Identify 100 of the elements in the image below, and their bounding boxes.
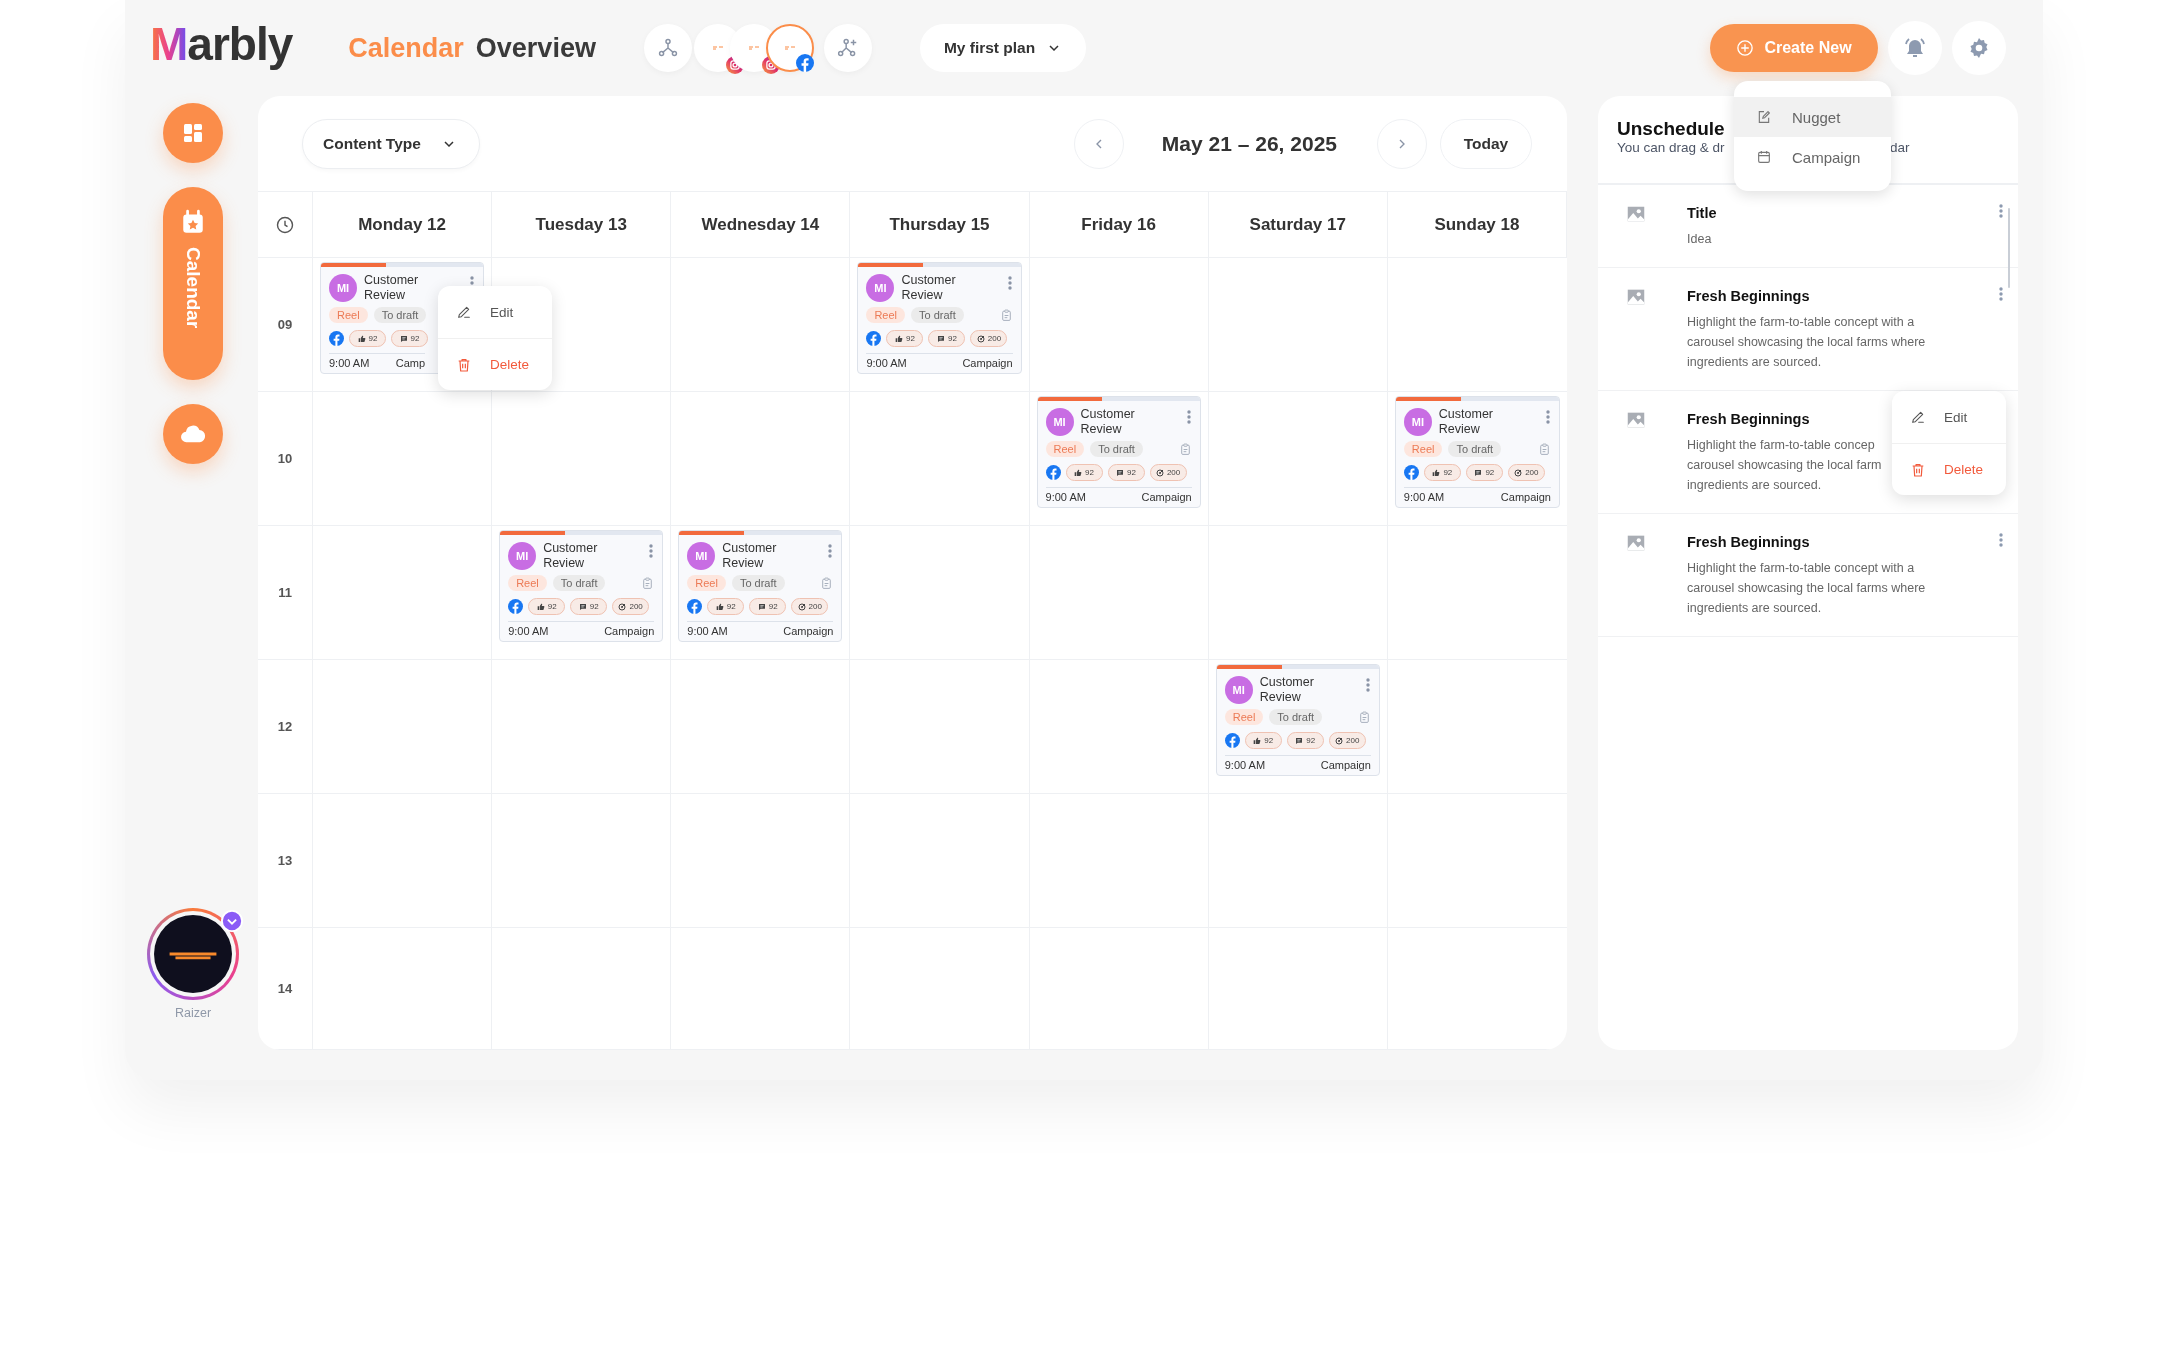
item-description: Idea bbox=[1687, 231, 1712, 248]
more-icon[interactable] bbox=[1364, 677, 1371, 693]
stat-chip: 200 bbox=[1507, 464, 1545, 481]
status-tag: To draft bbox=[1090, 441, 1143, 457]
page-title: Overview bbox=[475, 32, 596, 64]
target-icon bbox=[976, 334, 985, 343]
account-avatar[interactable] bbox=[765, 24, 814, 72]
stat-chip: 92 bbox=[1107, 464, 1145, 481]
avatar: MI bbox=[329, 274, 357, 302]
stat-chip: 200 bbox=[612, 598, 650, 615]
calendar-cell[interactable] bbox=[313, 392, 493, 526]
thumbs-up-icon bbox=[715, 602, 724, 611]
calendar-cell[interactable]: MI Customer Review Reel To draft 92 92 200 9:00 AM Campaign bbox=[492, 526, 672, 660]
stat-chip: 92 bbox=[749, 598, 787, 615]
stat-chip: 200 bbox=[970, 330, 1008, 347]
stat-chip: 92 bbox=[349, 330, 386, 347]
comment-icon bbox=[757, 602, 766, 611]
stat-chip: 92 bbox=[1286, 732, 1324, 749]
calendar-cell[interactable] bbox=[492, 258, 672, 392]
plan-dropdown[interactable]: My first plan bbox=[919, 24, 1086, 72]
panel-subtitle: You can drag & dr bbox=[1617, 140, 1726, 155]
event-title: Customer Review bbox=[1080, 407, 1136, 437]
comment-icon bbox=[936, 334, 945, 343]
event-card[interactable]: MI Customer Review Reel To draft 92 92 200 9:00 AM Campaign bbox=[499, 530, 664, 642]
more-icon[interactable] bbox=[1006, 275, 1013, 291]
menu-item[interactable]: Nugget bbox=[1734, 97, 1891, 137]
facebook-icon bbox=[866, 331, 882, 346]
menu-item[interactable]: Campaign bbox=[1734, 137, 1891, 177]
hour-label: 14 bbox=[277, 981, 293, 996]
hour-label: 10 bbox=[277, 451, 293, 466]
unscheduled-item[interactable]: Fresh Beginnings Highlight the farm-to-table concep carousel showcasing the local farm ingredients are sourced. Edit Delete bbox=[1598, 391, 2018, 514]
more-icon[interactable] bbox=[1185, 409, 1192, 425]
event-title: Customer Review bbox=[901, 273, 957, 303]
calendar-icon bbox=[1756, 149, 1772, 165]
event-card[interactable]: MI Customer Review Reel To draft 92 92 200 9:00 AM Campaign bbox=[678, 530, 843, 642]
network-icon bbox=[656, 37, 679, 59]
day-header: Monday 12 bbox=[358, 214, 446, 235]
event-card[interactable]: MI Customer Review Reel To draft 92 92 200 9:00 AM Campaign bbox=[857, 262, 1022, 374]
add-network-button[interactable] bbox=[823, 24, 872, 72]
calendar-cell[interactable]: MI Customer Review Reel To draft 92 92 200 9:00 AM Campaign bbox=[1208, 660, 1388, 794]
stat-chip: 92 bbox=[1423, 464, 1461, 481]
calendar-cell[interactable]: MI Customer Review Reel To draft 92 92 200 9:00 AM Campaign bbox=[671, 526, 851, 660]
event-card[interactable]: MI Customer Review Reel To draft 92 92 200 9:00 AM Campaign bbox=[1036, 396, 1201, 508]
facebook-icon bbox=[1224, 733, 1240, 748]
event-type: Campaign bbox=[962, 357, 1013, 369]
bell-icon bbox=[1903, 36, 1927, 60]
date-range: May 21 – 26, 2025 bbox=[1161, 131, 1337, 156]
facebook-icon bbox=[508, 599, 524, 614]
facebook-icon bbox=[1403, 465, 1419, 480]
scrollbar[interactable] bbox=[2008, 208, 2010, 288]
more-icon[interactable] bbox=[648, 543, 655, 559]
item-title: Fresh Beginnings bbox=[1687, 534, 1810, 550]
calendar-cell[interactable]: MI Customer Review Reel To draft 92 92 200 9:00 AM Campaign bbox=[1029, 392, 1209, 526]
event-title: Customer Review bbox=[1438, 407, 1495, 437]
event-title: Customer Review bbox=[722, 541, 778, 571]
clipboard-icon bbox=[1538, 442, 1551, 456]
format-tag: Reel bbox=[1224, 709, 1264, 725]
event-card[interactable]: MI Customer Review Reel To draft 92 92 200 9:00 AM Campaign bbox=[1215, 664, 1380, 776]
content-type-dropdown[interactable]: Content Type bbox=[302, 118, 480, 169]
profile-name: Raizer bbox=[174, 1006, 212, 1020]
unscheduled-item[interactable]: Fresh Beginnings Highlight the farm-to-table concept with a carousel showcasing the local farms where ingredients are sourced. bbox=[1598, 514, 2018, 637]
stat-chip: 92 bbox=[886, 330, 924, 347]
event-title: Customer Review bbox=[364, 273, 420, 303]
hour-label: 09 bbox=[277, 317, 293, 332]
more-icon[interactable] bbox=[1545, 409, 1551, 425]
event-type: Campaign bbox=[1500, 491, 1551, 503]
clipboard-icon bbox=[641, 576, 655, 590]
status-tag: To draft bbox=[731, 575, 785, 591]
more-icon[interactable] bbox=[1998, 203, 2004, 219]
stat-chip: 92 bbox=[1065, 464, 1103, 481]
format-tag: Reel bbox=[329, 307, 368, 323]
item-description: Highlight the farm-to-table concept with a carousel showcasing the local farms where ingredients are sourced. bbox=[1687, 560, 1926, 617]
network-button[interactable] bbox=[643, 24, 692, 72]
clipboard-icon bbox=[999, 308, 1013, 322]
cloud-nav-button[interactable] bbox=[163, 404, 223, 464]
day-header: Wednesday 14 bbox=[701, 214, 820, 235]
day-header: Saturday 17 bbox=[1249, 214, 1346, 235]
facebook-icon bbox=[1045, 465, 1061, 480]
more-icon[interactable] bbox=[1998, 286, 2004, 302]
facebook-icon bbox=[329, 331, 344, 346]
event-card[interactable]: MI Customer Review Reel To draft 92 92 200 9:00 AM Campaign bbox=[1394, 396, 1560, 508]
stat-chip: 92 bbox=[928, 330, 966, 347]
more-icon[interactable] bbox=[827, 543, 834, 559]
stat-chip: 92 bbox=[1244, 732, 1282, 749]
next-button[interactable] bbox=[1377, 118, 1427, 169]
event-time: 9:00 AM bbox=[1224, 759, 1266, 771]
event-title: Customer Review bbox=[1259, 675, 1315, 705]
more-icon[interactable] bbox=[1998, 532, 2004, 548]
today-button[interactable]: Today bbox=[1440, 118, 1532, 169]
dashboard-nav-button[interactable] bbox=[163, 103, 223, 163]
format-tag: Reel bbox=[508, 575, 547, 591]
avatar: MI bbox=[866, 274, 895, 302]
avatar: MI bbox=[1045, 408, 1074, 436]
edit-menu-item[interactable]: Edit bbox=[1892, 391, 2006, 443]
calendar-cell[interactable] bbox=[492, 392, 672, 526]
target-icon bbox=[618, 602, 627, 611]
status-tag: To draft bbox=[552, 575, 606, 591]
calendar-cell[interactable]: MI Customer Review Reel To draft 92 92 200 9:00 AM Campaign bbox=[850, 258, 1030, 392]
day-header: Friday 16 bbox=[1081, 214, 1156, 235]
calendar-cell[interactable]: MI Customer Review Reel To draft 92 92 200 9:00 AM Campaign bbox=[1387, 392, 1567, 526]
